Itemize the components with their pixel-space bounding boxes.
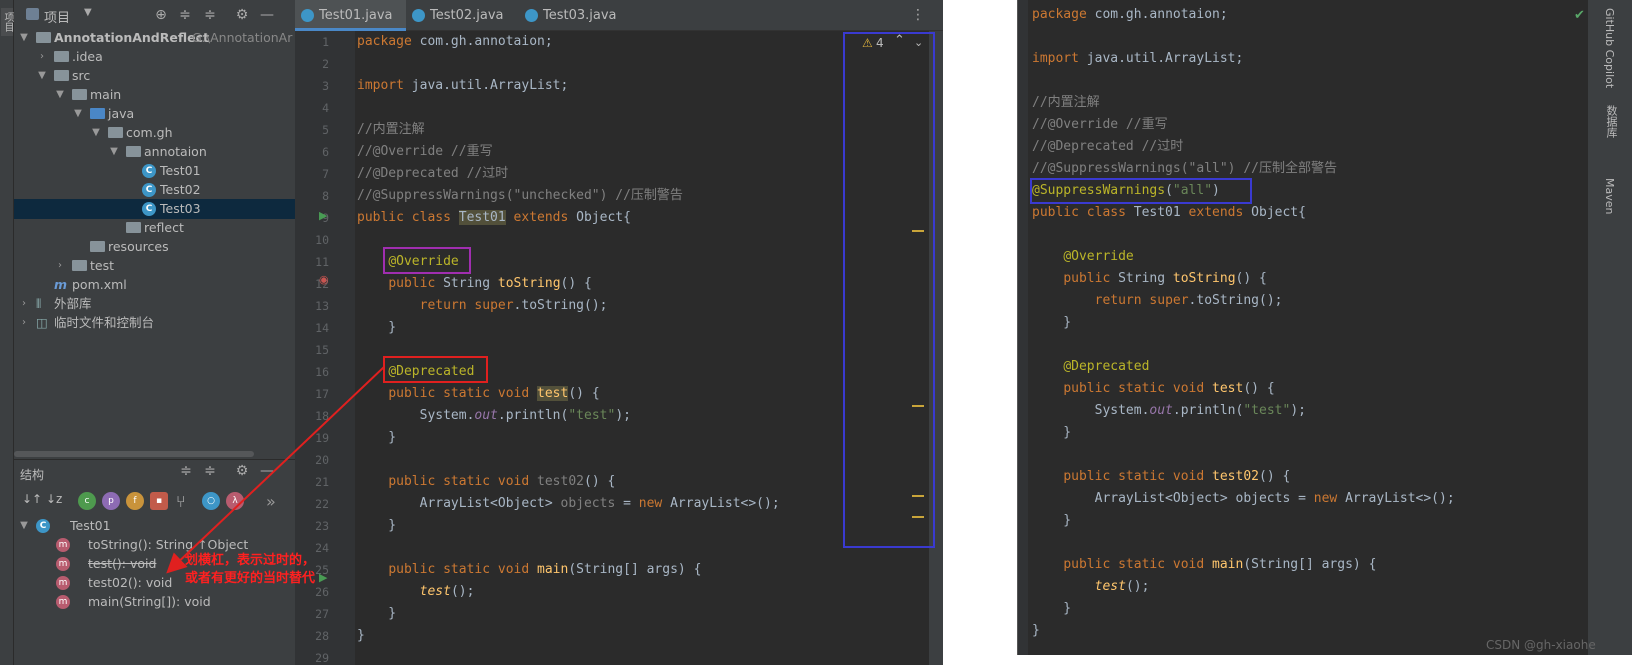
right-ide-window: package com.gh.annotaion; import java.ut… (1017, 0, 1588, 655)
github-copilot-tool[interactable]: GitHub Copilot (1603, 8, 1616, 88)
watermark: CSDN @gh-xiaohe (1486, 638, 1596, 652)
red-arrow (166, 366, 385, 574)
suppress-warnings-highlight-box (1030, 178, 1252, 204)
code-editor-right[interactable]: package com.gh.annotaion; import java.ut… (1032, 4, 1455, 642)
right-side-stripe: GitHub Copilot 数据库 Maven (1588, 0, 1632, 655)
database-tool[interactable]: 数据库 (1603, 105, 1619, 138)
fold-gutter (1018, 0, 1028, 655)
checkmark-icon: ✔ (1574, 8, 1585, 23)
maven-tool[interactable]: Maven (1603, 178, 1616, 214)
